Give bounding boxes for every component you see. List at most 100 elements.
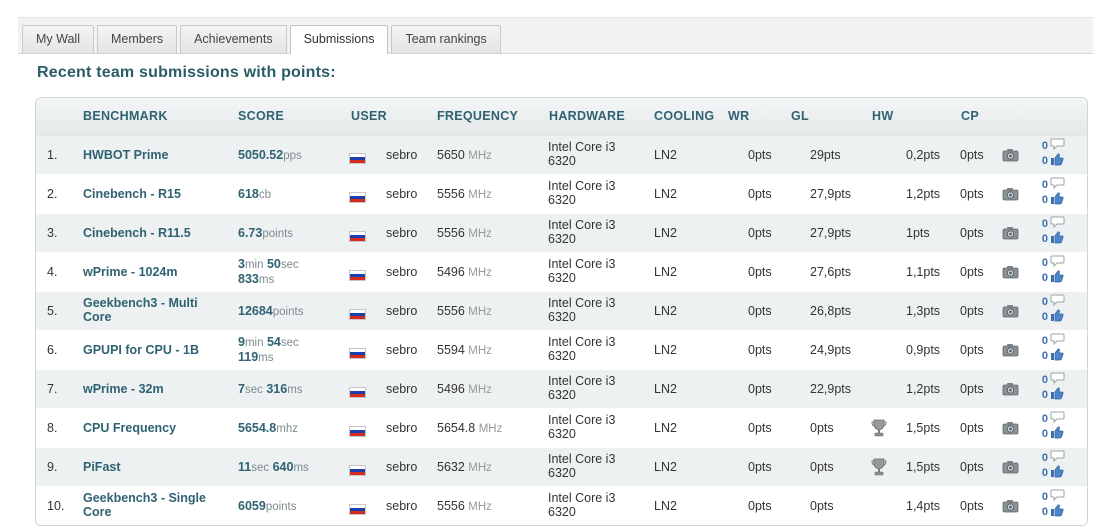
camera-icon[interactable] [1002,460,1019,474]
hardware-link[interactable]: Intel Core i3 6320 [548,491,638,519]
comments-counter[interactable]: 0 [1040,372,1080,387]
tab-members[interactable]: Members [96,25,178,53]
likes-counter[interactable]: 0 [1040,192,1080,207]
score-link[interactable]: 9min 54sec 119ms [238,335,299,365]
score-unit: ms [287,384,303,396]
benchmark-link[interactable]: Geekbench3 - Multi Core [83,296,198,324]
header-cooling[interactable]: COOLING [654,109,714,123]
hardware-link[interactable]: Intel Core i3 6320 [548,140,638,168]
benchmark-link[interactable]: GPUPI for CPU - 1B [83,343,199,357]
header-benchmark[interactable]: BENCHMARK [83,109,168,123]
camera-icon[interactable] [1002,187,1019,201]
comment-bubble-icon [1050,489,1065,504]
user-link[interactable]: sebro [386,148,417,162]
user-link[interactable]: sebro [386,382,417,396]
hardware-link[interactable]: Intel Core i3 6320 [548,257,638,285]
hardware-link[interactable]: Intel Core i3 6320 [548,179,638,207]
benchmark-link[interactable]: CPU Frequency [83,421,176,435]
likes-counter[interactable]: 0 [1040,270,1080,285]
user-link[interactable]: sebro [386,343,417,357]
comments-counter[interactable]: 0 [1040,138,1080,153]
score-link[interactable]: 5050.52pps [238,148,302,163]
likes-counter[interactable]: 0 [1040,153,1080,168]
benchmark-link[interactable]: Cinebench - R11.5 [83,226,191,240]
user-link[interactable]: sebro [386,421,417,435]
trophy-icon [871,458,887,476]
header-user[interactable]: USER [351,109,387,123]
tab-team-rankings[interactable]: Team rankings [391,25,501,53]
thumbs-up-icon [1050,348,1064,364]
score-link[interactable]: 618cb [238,187,271,202]
camera-icon[interactable] [1002,499,1019,513]
frequency-unit: MHz [468,150,492,162]
likes-counter[interactable]: 0 [1040,309,1080,324]
score-link[interactable]: 7sec 316ms [238,382,303,397]
likes-counter[interactable]: 0 [1040,465,1080,480]
likes-counter[interactable]: 0 [1040,348,1080,363]
user-link[interactable]: sebro [386,265,417,279]
table-row: 8. CPU Frequency 5654.8mhz sebro 5654.8 MHz I… [36,409,1087,448]
camera-icon[interactable] [1002,226,1019,240]
frequency-value: 5496 [437,382,465,396]
comments-counter[interactable]: 0 [1040,216,1080,231]
tab-submissions[interactable]: Submissions [289,25,389,54]
score-value: 7 [238,382,245,396]
benchmark-link[interactable]: Cinebench - R15 [83,187,181,201]
benchmark-link[interactable]: Geekbench3 - Single Core [83,491,206,519]
score-link[interactable]: 11sec 640ms [238,460,309,475]
camera-icon[interactable] [1002,421,1019,435]
likes-counter[interactable]: 0 [1040,387,1080,402]
header-score[interactable]: SCORE [238,109,284,123]
hardware-link[interactable]: Intel Core i3 6320 [548,296,638,324]
camera-icon[interactable] [1002,382,1019,396]
hardware-line: Intel Core i3 [548,452,616,466]
score-link[interactable]: 12684points [238,304,303,319]
hardware-link[interactable]: Intel Core i3 6320 [548,413,638,441]
comments-counter[interactable]: 0 [1040,294,1080,309]
benchmark-link[interactable]: PiFast [83,460,121,474]
benchmark-name: wPrime - 32m [83,382,164,396]
user-link[interactable]: sebro [386,187,417,201]
header-gl[interactable]: GL [791,109,809,123]
social-counters: 00 [1040,177,1080,207]
score-link[interactable]: 6059points [238,499,297,514]
likes-counter[interactable]: 0 [1040,504,1080,519]
user-link[interactable]: sebro [386,226,417,240]
header-hardware[interactable]: HARDWARE [549,109,625,123]
hardware-line: 6320 [548,271,576,285]
camera-icon[interactable] [1002,148,1019,162]
hardware-link[interactable]: Intel Core i3 6320 [548,374,638,402]
comments-counter[interactable]: 0 [1040,489,1080,504]
header-wr[interactable]: WR [728,109,749,123]
hardware-link[interactable]: Intel Core i3 6320 [548,335,638,363]
flag-stripe-red [350,433,365,436]
hardware-link[interactable]: Intel Core i3 6320 [548,218,638,246]
comments-counter[interactable]: 0 [1040,411,1080,426]
benchmark-link[interactable]: HWBOT Prime [83,148,168,162]
score-link[interactable]: 6.73points [238,226,293,241]
rank: 3. [47,226,58,240]
camera-icon[interactable] [1002,304,1019,318]
header-hw[interactable]: HW [872,109,893,123]
benchmark-name: Cinebench - R11.5 [83,226,191,240]
comments-counter[interactable]: 0 [1040,177,1080,192]
benchmark-link[interactable]: wPrime - 1024m [83,265,178,279]
likes-counter[interactable]: 0 [1040,426,1080,441]
tab-achievements[interactable]: Achievements [180,25,287,53]
hardware-link[interactable]: Intel Core i3 6320 [548,452,638,480]
user-link[interactable]: sebro [386,460,417,474]
camera-icon[interactable] [1002,265,1019,279]
tab-my-wall[interactable]: My Wall [22,25,94,53]
likes-counter[interactable]: 0 [1040,231,1080,246]
header-frequency[interactable]: FREQUENCY [437,109,518,123]
comments-counter[interactable]: 0 [1040,450,1080,465]
user-link[interactable]: sebro [386,304,417,318]
benchmark-link[interactable]: wPrime - 32m [83,382,164,396]
user-link[interactable]: sebro [386,499,417,513]
comments-counter[interactable]: 0 [1040,255,1080,270]
camera-icon[interactable] [1002,343,1019,357]
score-link[interactable]: 5654.8mhz [238,421,298,436]
comments-counter[interactable]: 0 [1040,333,1080,348]
score-link[interactable]: 3min 50sec 833ms [238,257,299,287]
header-cp[interactable]: CP [961,109,979,123]
